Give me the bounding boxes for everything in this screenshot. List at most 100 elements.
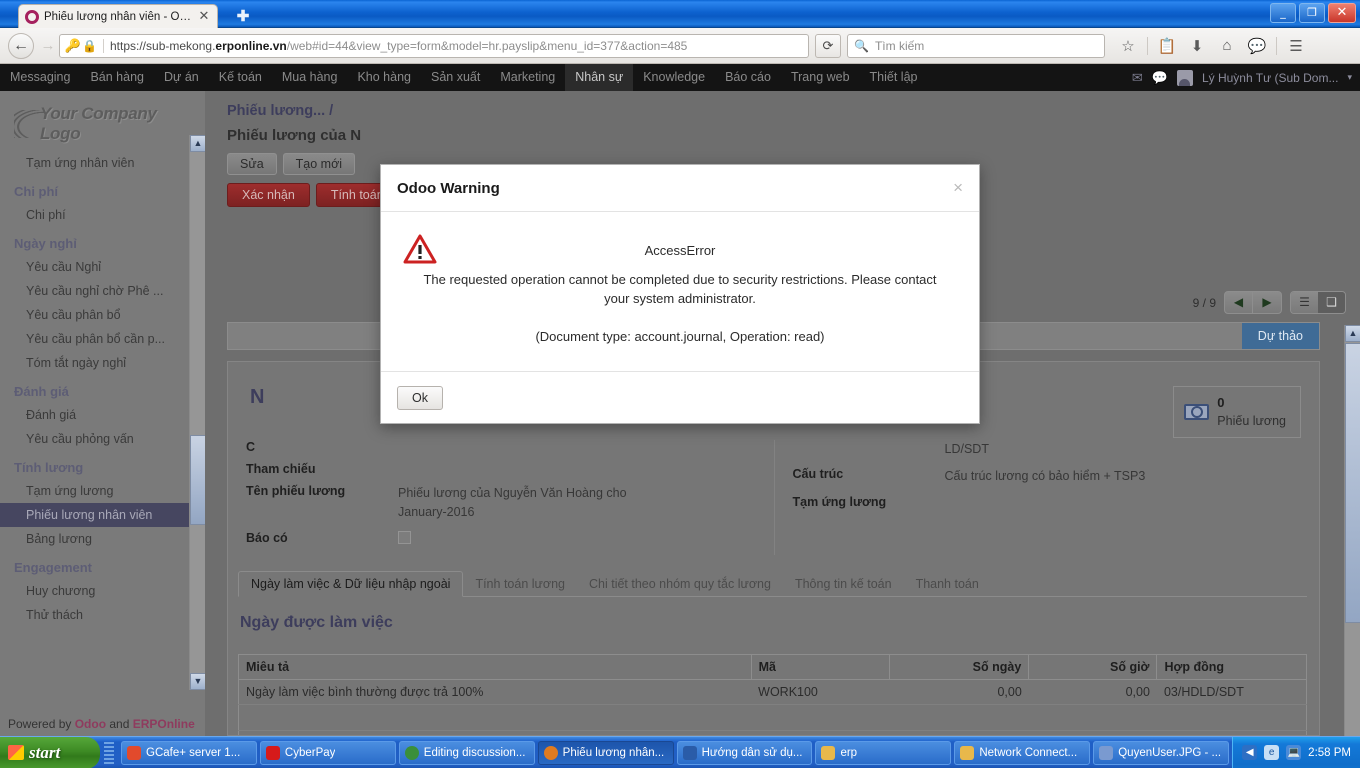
user-menu-label[interactable]: Lý Huỳnh Tư (Sub Dom... — [1202, 71, 1339, 85]
field-payslip-name-value[interactable]: Phiếu lương của Nguyễn Văn Hoàng cho Jan… — [398, 484, 648, 523]
taskbar-item-quyenuser-jpg[interactable]: QuyenUser.JPG - ... — [1093, 740, 1230, 765]
menu-item-hr[interactable]: Nhân sự — [565, 64, 634, 91]
list-view-icon[interactable]: ☰ — [1291, 292, 1318, 313]
edit-button[interactable]: Sửa — [227, 153, 277, 175]
column-code[interactable]: Mã — [751, 654, 891, 680]
payslip-stat-button[interactable]: 0 Phiếu lương — [1173, 386, 1301, 438]
menu-item-sales[interactable]: Bán hàng — [80, 64, 154, 91]
menu-item-messaging[interactable]: Messaging — [0, 64, 80, 91]
tab-salary-rule-details[interactable]: Chi tiết theo nhóm quy tắc lương — [577, 572, 783, 596]
browser-tab[interactable]: Phiếu lương nhân viên - Odoo ✕ — [18, 4, 218, 28]
create-button[interactable]: Tạo mới — [282, 153, 356, 175]
start-button[interactable]: start — [0, 736, 100, 768]
minimize-button[interactable]: _ — [1270, 3, 1296, 23]
forward-button[interactable]: → — [37, 33, 59, 59]
main-scrollbar[interactable]: ▲ — [1344, 325, 1360, 736]
address-bar[interactable]: 🔑 🔒 https://sub-mekong.erponline.vn/web#… — [59, 33, 809, 58]
taskbar-item-cyberpay[interactable]: CyberPay — [259, 740, 396, 765]
ok-button[interactable]: Ok — [397, 385, 443, 410]
taskbar-item-guide-doc[interactable]: Hướng dẫn sử dụ... — [676, 740, 813, 765]
breadcrumb[interactable]: Phiếu lương... / — [205, 91, 1360, 119]
erponline-brand-link[interactable]: ERPOnline — [133, 717, 195, 731]
sidebar-item-payslip-batches[interactable]: Bảng lương — [0, 527, 205, 551]
restore-button[interactable]: ❐ — [1299, 3, 1325, 23]
column-hours[interactable]: Số giờ — [1028, 654, 1158, 680]
sidebar-item-leave-approval[interactable]: Yêu cầu nghỉ chờ Phê ... — [0, 279, 205, 303]
menu-item-accounting[interactable]: Kế toán — [209, 64, 272, 91]
field-structure-value[interactable]: Cấu trúc lương có bảo hiểm + TSP3 — [945, 467, 1146, 486]
chat-icon[interactable]: 💬 — [1242, 33, 1272, 59]
browser-search-box[interactable]: 🔍 Tìm kiếm — [847, 33, 1105, 58]
scroll-down-icon[interactable]: ▼ — [190, 673, 205, 690]
pager-next-icon[interactable]: ▶ — [1253, 292, 1281, 313]
field-contract-value[interactable]: LD/SDT — [945, 440, 989, 459]
network-icon[interactable]: 💻 — [1286, 745, 1302, 760]
bookmark-star-icon[interactable]: ☆ — [1113, 33, 1143, 59]
home-icon[interactable]: ⌂ — [1212, 33, 1242, 59]
menu-item-knowledge[interactable]: Knowledge — [633, 64, 715, 91]
form-view-icon[interactable]: ❑ — [1318, 292, 1345, 313]
sidebar-item-badges[interactable]: Huy chương — [0, 579, 205, 603]
ie-icon[interactable]: e — [1264, 745, 1280, 760]
column-description[interactable]: Miêu tả — [238, 654, 752, 680]
main-scroll-up-icon[interactable]: ▲ — [1345, 325, 1360, 342]
confirm-button[interactable]: Xác nhận — [227, 183, 310, 207]
menu-item-reporting[interactable]: Báo cáo — [715, 64, 781, 91]
reload-button[interactable]: ⟳ — [815, 33, 841, 58]
odoo-brand-link[interactable]: Odoo — [75, 717, 106, 731]
taskbar-item-network-connections[interactable]: Network Connect... — [954, 740, 1091, 765]
sidebar-item-challenges[interactable]: Thử thách — [0, 603, 205, 627]
reading-list-icon[interactable]: 📋 — [1152, 33, 1182, 59]
tab-payment[interactable]: Thanh toán — [904, 572, 991, 596]
sidebar-item-expenses[interactable]: Chi phí — [0, 203, 205, 227]
close-icon[interactable]: × — [953, 178, 963, 198]
hamburger-menu-icon[interactable]: ☰ — [1281, 33, 1311, 59]
taskbar-item-erp-folder[interactable]: erp — [815, 740, 952, 765]
status-badge[interactable]: Dự thảo — [1241, 323, 1319, 349]
downloads-icon[interactable]: ⬇ — [1182, 33, 1212, 59]
column-contract[interactable]: Hợp đồng — [1156, 654, 1307, 680]
sidebar-scroll-thumb[interactable] — [190, 435, 205, 525]
menu-item-website[interactable]: Trang web — [781, 64, 860, 91]
taskbar-grip[interactable] — [104, 741, 114, 764]
tab-salary-computation[interactable]: Tính toán lương — [463, 572, 577, 596]
column-days[interactable]: Số ngày — [889, 654, 1030, 680]
volume-icon[interactable]: ◀ — [1242, 745, 1258, 760]
sidebar-item-interview-request[interactable]: Yêu cầu phỏng vấn — [0, 427, 205, 451]
taskbar-clock[interactable]: 2:58 PM — [1308, 747, 1351, 759]
sidebar-item-appraisal[interactable]: Đánh giá — [0, 403, 205, 427]
close-icon[interactable]: ✕ — [197, 9, 211, 24]
sidebar-item-salary-advance[interactable]: Tạm ứng lương — [0, 479, 205, 503]
menu-item-manufacturing[interactable]: Sản xuất — [421, 64, 490, 91]
sidebar-item-leave-request[interactable]: Yêu cầu Nghỉ — [0, 255, 205, 279]
table-row-empty[interactable] — [238, 704, 1307, 731]
credit-note-checkbox[interactable] — [398, 530, 411, 544]
new-tab-button[interactable]: ✚ — [230, 7, 256, 28]
back-button[interactable]: ← — [8, 32, 34, 59]
sidebar-item-leave-summary[interactable]: Tóm tắt ngày nghỉ — [0, 351, 205, 375]
menu-item-marketing[interactable]: Marketing — [490, 64, 565, 91]
chat-bubble-icon[interactable]: 💬 — [1152, 70, 1168, 86]
sidebar-item-allocation-request[interactable]: Yêu cầu phân bổ — [0, 303, 205, 327]
sidebar-item-employee-payslips[interactable]: Phiếu lương nhân viên — [0, 503, 205, 527]
sidebar-scrollbar[interactable]: ▲ ▼ — [189, 135, 205, 690]
sidebar-item-employee-advance[interactable]: Tạm ứng nhân viên — [0, 151, 205, 175]
tab-accounting-info[interactable]: Thông tin kế toán — [783, 572, 904, 596]
taskbar-item-editing-discussion[interactable]: Editing discussion... — [398, 740, 535, 765]
main-scroll-thumb[interactable] — [1345, 343, 1360, 623]
tab-worked-days[interactable]: Ngày làm việc & Dữ liệu nhập ngoài — [238, 571, 464, 597]
window-close-button[interactable]: ✕ — [1328, 3, 1356, 23]
menu-item-project[interactable]: Dự án — [154, 64, 209, 91]
chevron-down-icon[interactable]: ▾ — [1347, 72, 1352, 83]
pager-previous-icon[interactable]: ◀ — [1225, 292, 1253, 313]
taskbar-item-payslip[interactable]: Phiếu lương nhân... — [537, 740, 674, 765]
mail-icon[interactable]: ✉ — [1132, 70, 1143, 86]
table-row[interactable]: Ngày làm việc bình thường được trả 100% … — [238, 679, 1307, 705]
scroll-up-icon[interactable]: ▲ — [190, 135, 205, 152]
menu-item-settings[interactable]: Thiết lập — [860, 64, 928, 91]
menu-item-warehouse[interactable]: Kho hàng — [347, 64, 421, 91]
sidebar-item-allocation-approval[interactable]: Yêu cầu phân bổ cần p... — [0, 327, 205, 351]
taskbar-item-gcafe[interactable]: GCafe+ server 1... — [121, 740, 257, 765]
field-contract: LD/SDT — [793, 440, 1302, 459]
menu-item-purchase[interactable]: Mua hàng — [272, 64, 348, 91]
